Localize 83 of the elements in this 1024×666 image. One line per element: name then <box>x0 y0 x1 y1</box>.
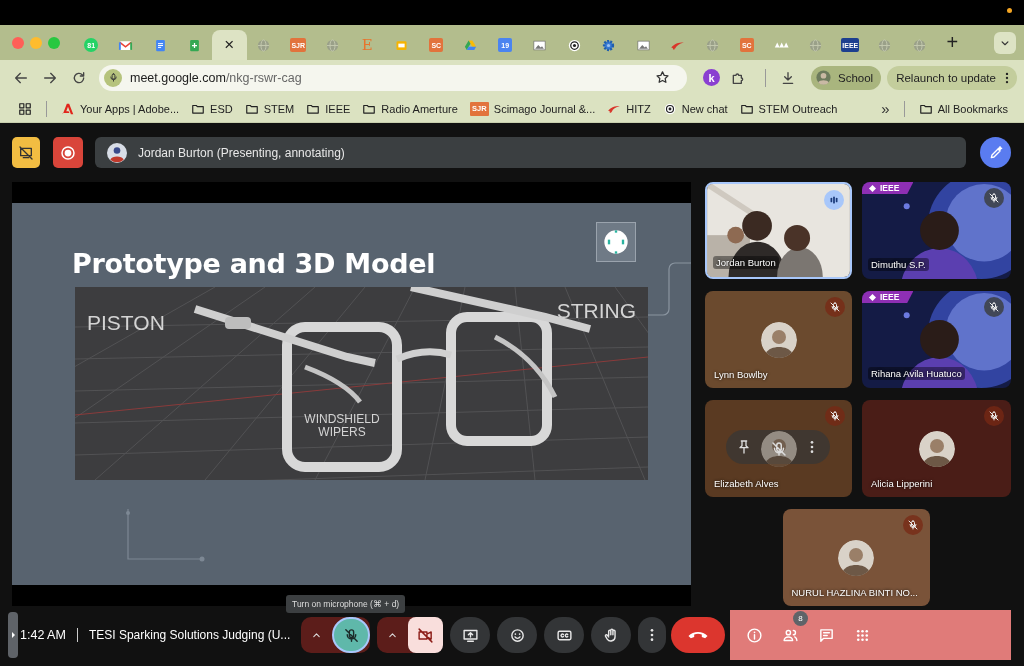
globe-icon <box>877 37 893 53</box>
tooltip: Turn on microphone (⌘ + d) <box>286 595 406 613</box>
pin-icon <box>736 439 752 455</box>
participant-name: Alicia Lipperini <box>871 478 933 489</box>
star-icon <box>655 70 670 85</box>
profile-button[interactable]: School <box>811 65 882 90</box>
stop-presenting-button[interactable] <box>12 137 40 168</box>
logo-icon <box>596 222 636 262</box>
picture-label: STRING <box>556 299 636 323</box>
bookmark[interactable]: Radio Amerture <box>356 101 464 116</box>
bookmark[interactable]: HITZ <box>601 101 657 116</box>
relaunch-button[interactable]: Relaunch to update <box>887 65 1017 90</box>
microphone-indicator[interactable] <box>104 68 122 87</box>
bookmark[interactable]: Your Apps | Adobe... <box>55 101 186 116</box>
spiral-icon <box>566 37 582 53</box>
emoji-icon <box>508 626 526 644</box>
side-panel-handle[interactable] <box>8 612 18 658</box>
more-bookmarks-button[interactable]: » <box>875 100 896 117</box>
participant-name: Lynn Bowlby <box>714 369 768 380</box>
emoji-button[interactable] <box>497 617 537 653</box>
mic-off-icon <box>342 626 360 644</box>
camera-off-icon <box>417 626 434 644</box>
extension-button[interactable]: k <box>703 69 720 86</box>
url-text: meet.google.com/nkg-rswr-cag <box>130 70 302 85</box>
globe-icon <box>256 37 272 53</box>
participant-name: Dimuthu S.P. <box>868 258 929 271</box>
logo-badge: IEEE <box>862 291 914 303</box>
presenter-label: Jordan Burton (Presenting, annotating) <box>138 145 345 160</box>
all-bookmarks-button[interactable]: All Bookmarks <box>912 101 1014 116</box>
globe-icon <box>325 37 341 53</box>
image-icon <box>635 37 651 53</box>
handle-icon <box>8 612 18 658</box>
download-icon <box>780 69 796 86</box>
hide-screen-icon <box>18 144 34 161</box>
apps-grid-icon <box>18 101 32 116</box>
avatar <box>760 321 797 358</box>
avatar <box>838 539 874 576</box>
camera-button[interactable] <box>408 617 443 653</box>
new-tab-button[interactable]: + <box>938 31 967 54</box>
participant-name: NURUL HAZLINA BINTI NO... <box>791 587 918 598</box>
image-icon <box>532 37 548 53</box>
pin-button[interactable] <box>736 439 752 455</box>
microphone-icon <box>107 72 119 83</box>
meeting-title: TESI Sparking Solutions Judging (U... <box>88 628 291 642</box>
globe-icon <box>808 37 824 53</box>
microphone-button[interactable] <box>332 617 370 653</box>
gear-icon <box>601 37 617 53</box>
globe-icon <box>704 37 720 53</box>
slide-title: Prototype and 3D Model <box>72 248 436 279</box>
mountain-icon <box>773 41 789 49</box>
bookmark[interactable]: STEM <box>238 101 301 116</box>
spiral-icon <box>662 101 677 116</box>
info-icon <box>745 626 763 644</box>
avatar <box>760 430 797 467</box>
reload-icon <box>71 69 87 86</box>
mic-off-icon <box>769 439 788 458</box>
captions-button[interactable] <box>544 617 584 653</box>
bookmark[interactable]: New chat <box>656 101 734 116</box>
annotate-button[interactable] <box>980 137 1011 168</box>
browser-tab[interactable]: × <box>212 30 247 60</box>
logo-badge: IEEE <box>862 182 914 194</box>
picture-label: WINDSHIELD WIPERS <box>303 413 381 440</box>
record-button[interactable] <box>53 137 83 168</box>
triangle-logo-icon <box>61 101 75 116</box>
participant-name: Elizabeth Alves <box>714 478 779 489</box>
notification-dot <box>1007 8 1012 13</box>
globe-icon <box>911 37 927 53</box>
avatar <box>918 430 955 467</box>
raise-hand-button[interactable] <box>591 617 631 653</box>
picture-label: PISTON <box>87 311 165 335</box>
avatar-icon <box>815 69 832 86</box>
chat-icon <box>817 626 835 644</box>
avatar-icon <box>107 142 127 163</box>
bookmark[interactable]: ESD <box>185 101 239 116</box>
leave-call-button[interactable] <box>671 617 725 653</box>
record-icon <box>59 143 77 162</box>
phone-icon <box>688 630 708 640</box>
count-badge: 8 <box>793 611 808 626</box>
bookmark[interactable]: IEEE <box>300 101 357 116</box>
bookmark[interactable]: STEM Outreach <box>733 101 844 116</box>
address-bar[interactable]: meet.google.com/nkg-rswr-cag <box>99 64 687 91</box>
meeting-time: 1:42 AM <box>20 628 66 642</box>
present-screen-button[interactable] <box>450 617 490 653</box>
